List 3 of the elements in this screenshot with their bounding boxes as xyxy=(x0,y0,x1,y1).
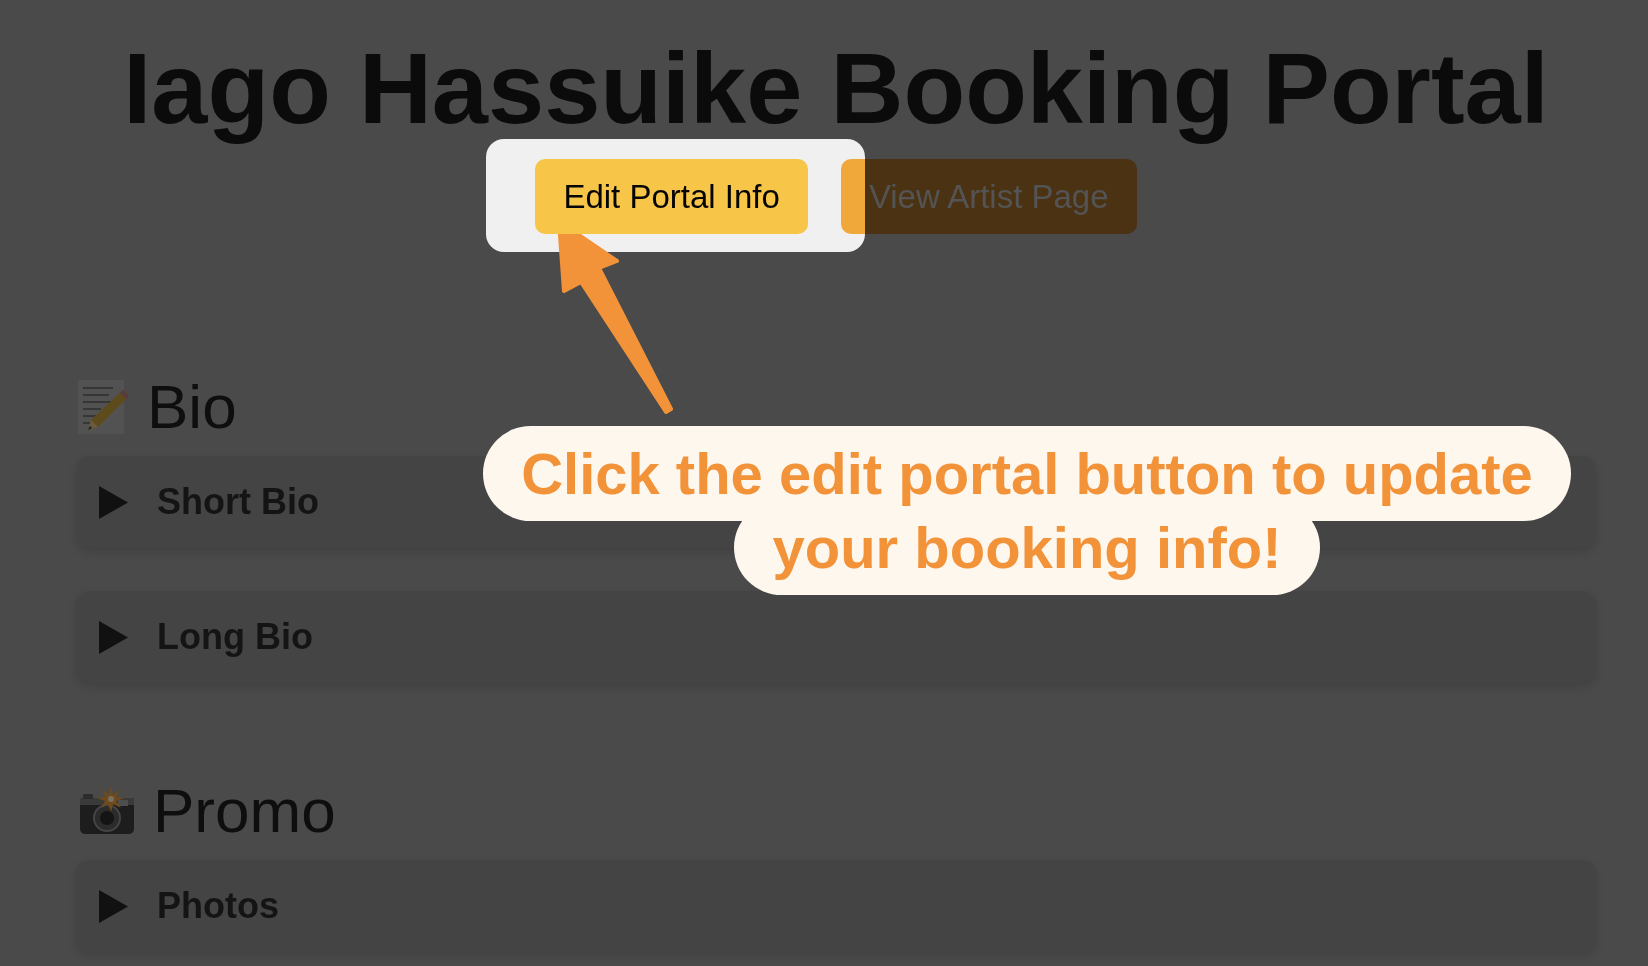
page-title: Iago Hassuike Booking Portal xyxy=(122,31,1550,146)
section-heading: Promo xyxy=(153,779,336,843)
section-heading: Bio xyxy=(147,375,237,439)
